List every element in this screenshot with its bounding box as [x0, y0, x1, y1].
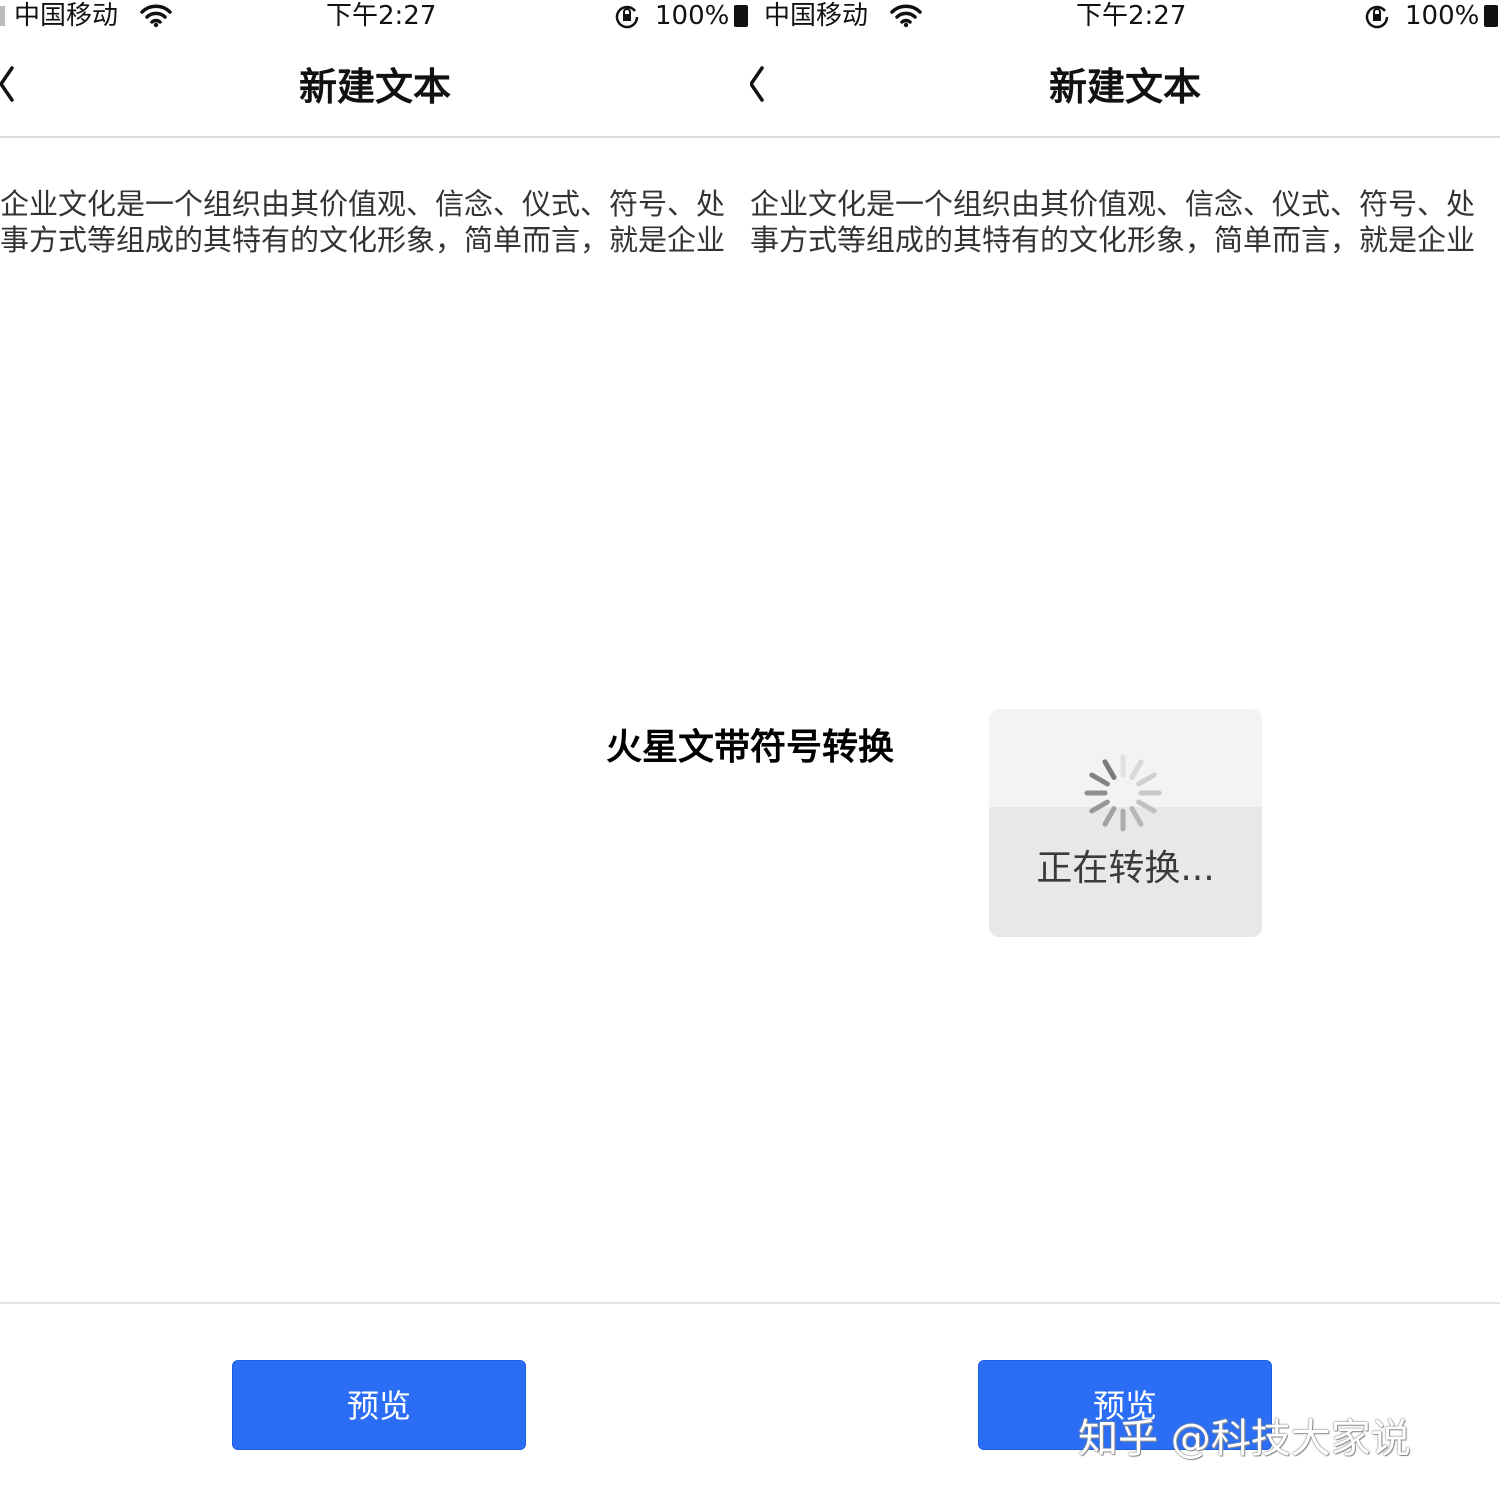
- text-line: 事方式等组成的其特有的文化形象，简单而言，就是企业: [0, 223, 726, 257]
- text-line: 企业文化是一个组织由其价值观、信念、仪式、符号、处: [750, 187, 1476, 221]
- battery-icon: [1484, 5, 1498, 27]
- battery-icon: [734, 5, 748, 27]
- rotation-lock-icon: [615, 5, 639, 29]
- carrier-label: 中国移动: [14, 1, 119, 31]
- wifi-icon: [890, 4, 922, 28]
- signal-icon: [0, 6, 5, 26]
- text-editor[interactable]: 企业文化是一个组织由其价值观、信念、仪式、符号、处 事方式等组成的其特有的文化形…: [0, 186, 750, 258]
- divider: [750, 1302, 1500, 1304]
- status-time: 下午2:27: [1076, 1, 1187, 31]
- rotation-lock-icon: [1365, 5, 1389, 29]
- wifi-icon: [140, 4, 172, 28]
- page-title: 新建文本: [298, 65, 451, 109]
- carrier-label: 中国移动: [764, 1, 869, 31]
- preview-button[interactable]: 预览: [232, 1360, 526, 1450]
- nav-bar: 新建文本: [0, 40, 750, 138]
- nav-bar: 新建文本: [750, 40, 1500, 138]
- text-line: 企业文化是一个组织由其价值观、信念、仪式、符号、处: [0, 187, 726, 221]
- battery-percentage: 100%: [655, 1, 730, 31]
- status-bar: 中国移动 下午2:27 100%: [750, 0, 1500, 34]
- overlay-caption: 火星文带符号转换: [605, 727, 894, 768]
- loading-text: 正在转换...: [1036, 848, 1215, 889]
- watermark: 知乎 @科技大家说: [1078, 1416, 1411, 1462]
- text-editor[interactable]: 企业文化是一个组织由其价值观、信念、仪式、符号、处 事方式等组成的其特有的文化形…: [750, 186, 1500, 258]
- divider: [0, 1302, 750, 1304]
- status-bar: 中国移动 下午2:27 100%: [0, 0, 750, 34]
- page-title: 新建文本: [1048, 65, 1201, 109]
- status-time: 下午2:27: [326, 1, 437, 31]
- text-line: 事方式等组成的其特有的文化形象，简单而言，就是企业: [750, 223, 1476, 257]
- battery-percentage: 100%: [1405, 1, 1480, 31]
